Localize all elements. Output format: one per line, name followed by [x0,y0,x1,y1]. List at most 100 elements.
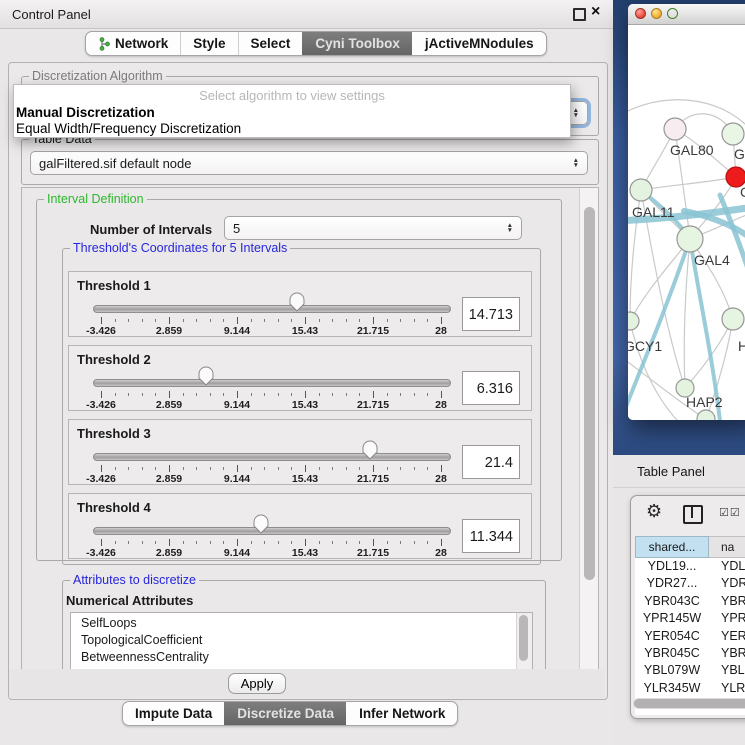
right-column: GAL80GAGAL11CGAL4GCY1HHAP2 Table Panel ⚙… [613,0,745,745]
network-edge[interactable] [630,321,684,420]
network-node[interactable] [722,123,744,145]
table-data-group: Table Data galFiltered.sif default node … [21,139,599,185]
slider-track[interactable] [93,379,451,387]
apply-button[interactable]: Apply [228,673,286,694]
tab-discretize-data[interactable]: Discretize Data [224,702,346,725]
network-view-window[interactable]: GAL80GAGAL11CGAL4GCY1HHAP2 [628,4,745,420]
attribute-item[interactable]: TopologicalCoefficient [71,632,516,649]
slider-ticks [93,539,449,547]
slider-scale-labels: -3.4262.8599.14415.4321.71528 [93,473,449,485]
zoom-traffic-light-icon[interactable] [667,8,678,19]
table-row[interactable]: YLR345WYLR3 [635,680,745,697]
threshold-3-panel: Threshold 3-3.4262.8599.14415.4321.71528… [68,419,532,485]
slider-thumb[interactable] [252,514,270,534]
list-scrollbar-thumb[interactable] [519,615,528,661]
table-row[interactable]: YDR27...YDR2 [635,575,745,592]
threshold-value-field[interactable]: 11.344 [462,519,520,553]
column-header-shared[interactable]: shared... [635,536,709,558]
numerical-attributes-list[interactable]: SelfLoopsTopologicalCoefficientBetweenne… [70,612,533,670]
slider-scale-labels: -3.4262.8599.14415.4321.71528 [93,399,449,411]
attribute-item[interactable]: SelfLoops [71,615,516,632]
table-row[interactable]: YDL19...YDL1 [635,558,745,575]
checkbox-icons[interactable]: ☑☑ [719,506,741,519]
network-node[interactable] [722,308,744,330]
attribute-item[interactable]: BetweennessCentrality [71,649,516,666]
numerical-attributes-label: Numerical Attributes [66,593,193,608]
network-edge[interactable] [641,177,736,190]
gear-icon[interactable]: ⚙ [646,501,662,522]
split-columns-icon[interactable] [683,505,703,524]
tab-impute-data[interactable]: Impute Data [123,702,224,725]
slider-scale-labels: -3.4262.8599.14415.4321.71528 [93,547,449,559]
network-node[interactable] [677,226,703,252]
slider-track[interactable] [93,453,451,461]
settings-scrollbar[interactable] [579,188,599,669]
control-panel-titlebar: Control Panel × [0,0,613,29]
table-row[interactable]: YBL079WYBL0 [635,662,745,679]
threshold-value-field[interactable]: 14.713 [462,297,520,331]
slider-ticks [93,391,449,399]
threshold-value-field[interactable]: 21.4 [462,445,520,479]
threshold-4-panel: Threshold 4-3.4262.8599.14415.4321.71528… [68,493,532,559]
table-panel-titlebar: Table Panel [613,455,745,488]
number-of-intervals-value: 5 [233,221,240,236]
network-node[interactable] [630,179,652,201]
slider-track[interactable] [93,305,451,313]
network-node[interactable] [664,118,686,140]
float-window-icon[interactable] [573,8,586,21]
close-traffic-light-icon[interactable] [635,8,646,19]
tab-cyni-toolbox[interactable]: Cyni Toolbox [302,32,412,55]
slider-track[interactable] [93,527,451,535]
network-tree-icon [98,37,110,51]
network-edge[interactable] [684,239,690,388]
minimize-traffic-light-icon[interactable] [651,8,662,19]
slider-thumb[interactable] [197,366,215,386]
table-panel-title: Table Panel [637,464,705,479]
table-data-combobox[interactable]: galFiltered.sif default node ▲▼ [30,151,588,175]
threshold-coordinates-title: Threshold's Coordinates for 5 Intervals [70,241,290,255]
network-node[interactable] [697,410,715,420]
tab-style[interactable]: Style [180,32,237,55]
table-row[interactable]: YBR045CYBR0 [635,645,745,662]
node-table: shared... na YDL19...YDL1YDR27...YDR2YBR… [635,536,745,715]
table-hscrollbar-thumb[interactable] [634,699,745,708]
tab-jactivemnodules[interactable]: jActiveMNodules [412,32,546,55]
option-equal-width-frequency[interactable]: Equal Width/Frequency Discretization [16,121,241,136]
algorithm-dropdown-popup: Select algorithm to view settings Manual… [13,84,571,138]
table-row[interactable]: YBR043CYBR0 [635,593,745,610]
slider-ticks [93,317,449,325]
threshold-value-field[interactable]: 6.316 [462,371,520,405]
control-panel: Control Panel × Network Style Select Cyn… [0,0,613,745]
tab-select[interactable]: Select [238,32,303,55]
combo-stepper-icon: ▲▼ [567,158,579,169]
tab-infer-network[interactable]: Infer Network [346,702,457,725]
network-window-titlebar [628,4,745,25]
settings-scrollbar-thumb[interactable] [584,207,595,580]
table-row[interactable]: YPR145WYPR1 [635,610,745,627]
table-hscrollbar[interactable] [633,698,745,709]
panel-title: Control Panel [12,7,91,22]
network-node[interactable] [628,312,639,330]
network-edge[interactable] [630,239,690,321]
option-manual-discretization[interactable]: Manual Discretization [16,105,155,120]
tab-network[interactable]: Network [86,32,180,55]
bottom-tab-bar: Impute Data Discretize Data Infer Networ… [122,701,458,726]
table-row[interactable]: YER054CYER0 [635,628,745,645]
network-canvas[interactable]: GAL80GAGAL11CGAL4GCY1HHAP2 [628,25,745,420]
combo-stepper-icon: ▲▼ [501,223,513,234]
node-label: GA [734,146,745,162]
node-label: C [740,184,745,200]
slider-thumb[interactable] [361,440,379,460]
column-header-name[interactable]: na [709,536,745,558]
close-icon[interactable]: × [591,3,600,21]
list-scrollbar[interactable] [516,613,532,670]
number-of-intervals-label: Number of Intervals [90,222,212,237]
network-edge[interactable] [628,100,745,125]
slider-thumb[interactable] [288,292,306,312]
threshold-label: Threshold 1 [77,278,151,293]
number-of-intervals-combobox[interactable]: 5 ▲▼ [224,216,522,240]
node-label: HAP2 [686,394,723,410]
apply-row: Apply [9,669,605,698]
algorithm-placeholder-option[interactable]: Select algorithm to view settings [14,88,570,103]
settings-scroll-area: Interval Definition Number of Intervals … [21,187,599,670]
